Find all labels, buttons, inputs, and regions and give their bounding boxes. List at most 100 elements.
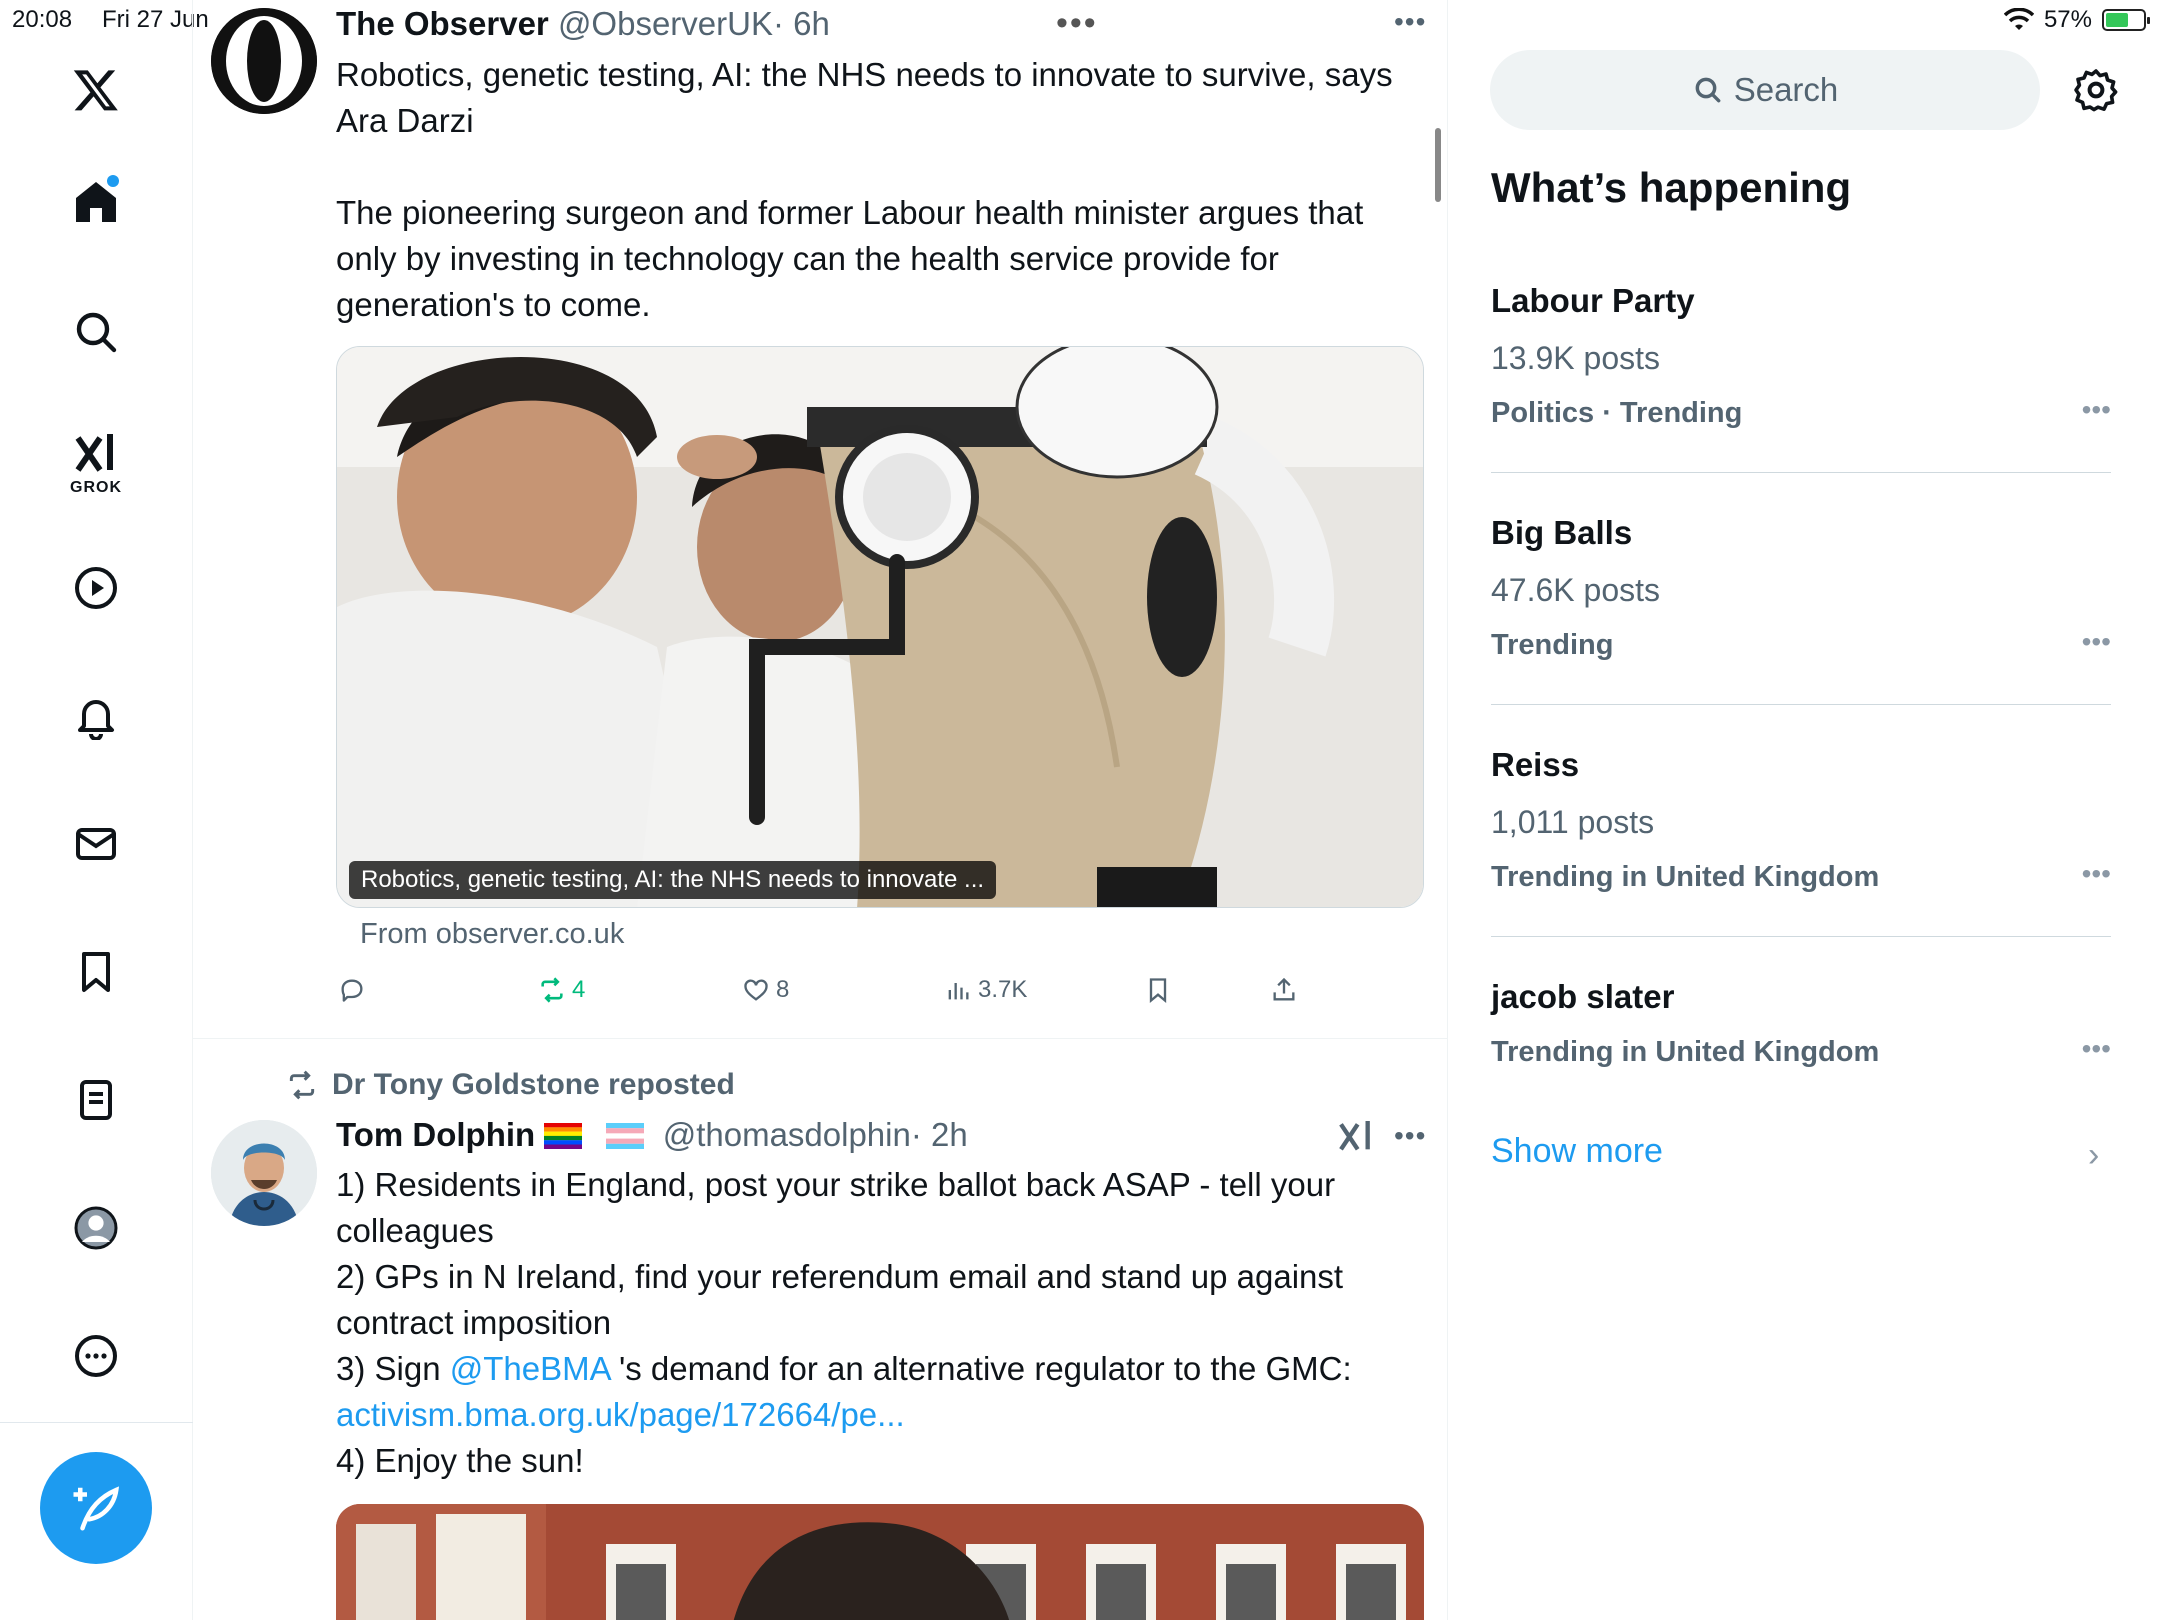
tweet1-line: only by investing in technology can the … — [336, 240, 1279, 277]
reposted-by-text: Dr Tony Goldstone reposted — [332, 1068, 735, 1101]
battery-icon — [2102, 9, 2150, 31]
tweet1-time: · 6h — [773, 5, 830, 42]
tweet1-line: generation's to come. — [336, 286, 651, 323]
sidebar-nav: GROK — [0, 0, 193, 1620]
like-button[interactable]: 8 — [742, 970, 789, 1010]
home-notification-dot — [107, 175, 119, 187]
trend-post-count: 47.6K posts — [1491, 572, 1660, 608]
tweet2-line: contract imposition — [336, 1304, 612, 1341]
search-placeholder: Search — [1733, 71, 1839, 108]
tweet2-line: 2) GPs in N Ireland, find your referendu… — [336, 1258, 1344, 1295]
bookmark-button[interactable] — [1144, 970, 1172, 1010]
tweet2-more-icon[interactable]: ••• — [1394, 1120, 1426, 1152]
tweet2-line5-prefix: 3) Sign — [336, 1350, 450, 1387]
repost-icon — [541, 977, 563, 1003]
surgeon-portrait-photo — [211, 1120, 317, 1226]
show-more-link[interactable]: Show more — [1491, 1132, 1663, 1171]
compose-feather-icon — [73, 1486, 120, 1531]
share-button[interactable] — [1270, 970, 1298, 1010]
like-count: 8 — [776, 976, 790, 1003]
reply-icon — [341, 979, 363, 1002]
tweet2-time: · 2h — [910, 1116, 968, 1153]
bookmarks-icon[interactable] — [66, 942, 126, 1002]
search-input[interactable]: Search — [1490, 50, 2040, 130]
settings-gear-icon[interactable] — [2072, 66, 2120, 114]
tweet2-image[interactable] — [336, 1504, 1424, 1620]
trend-item[interactable]: jacob slater Trending in United Kingdom … — [1491, 978, 2111, 1069]
lists-icon[interactable] — [66, 1070, 126, 1130]
trend-more-icon[interactable]: ••• — [2082, 626, 2111, 658]
tweet-divider — [193, 1038, 1448, 1039]
tweet1-line: The pioneering surgeon and former Labour… — [336, 194, 1364, 231]
chevron-right-icon[interactable]: › — [2088, 1136, 2099, 1175]
tweet1-line: Ara Darzi — [336, 102, 474, 139]
tweet1-card-source[interactable]: From observer.co.uk — [360, 918, 624, 951]
scrollbar-thumb[interactable] — [1435, 128, 1441, 202]
heart-icon — [744, 979, 768, 1001]
observer-logo-icon — [211, 8, 317, 114]
rainbow-flag-icon — [544, 1123, 583, 1149]
grok-label: GROK — [70, 479, 122, 496]
search-icon[interactable] — [66, 302, 126, 362]
trend-post-count: 13.9K posts — [1491, 340, 1660, 376]
tom-dolphin-avatar[interactable] — [211, 1120, 317, 1226]
trend-item[interactable]: Big Balls 47.6K posts Trending ••• — [1491, 514, 2111, 662]
bma-activism-link[interactable]: activism.bma.org.uk/page/172664/pe... — [336, 1396, 905, 1433]
x-logo-icon[interactable] — [66, 60, 126, 120]
reply-button[interactable] — [338, 970, 366, 1010]
trend-more-icon[interactable]: ••• — [2082, 1033, 2111, 1065]
tweet2-text: 1) Residents in England, post your strik… — [336, 1162, 1352, 1484]
battery-percent: 57% — [2043, 6, 2092, 33]
share-icon — [1273, 977, 1295, 1001]
tweet2-line: 1) Residents in England, post your strik… — [336, 1166, 1336, 1203]
views-chart-icon — [948, 983, 969, 1000]
trend-name: Labour Party — [1491, 282, 1695, 319]
bookmark-icon — [1149, 978, 1167, 1003]
video-play-icon[interactable] — [66, 558, 126, 618]
tweet1-text: Robotics, genetic testing, AI: the NHS n… — [336, 52, 1393, 328]
tweet1-header: The Observer @ObserverUK· 6h — [336, 5, 830, 43]
status-right: 57% — [2003, 6, 2150, 34]
tweet2-author-name[interactable]: Tom Dolphin — [336, 1116, 535, 1153]
tweet1-line: Robotics, genetic testing, AI: the NHS n… — [336, 56, 1393, 93]
trend-divider — [1491, 704, 2111, 705]
tweet2-line: 4) Enjoy the sun! — [336, 1442, 584, 1479]
trend-more-icon[interactable]: ••• — [2082, 394, 2111, 426]
more-options-icon[interactable] — [66, 1326, 126, 1386]
reposted-by-label[interactable]: Dr Tony Goldstone reposted — [286, 1068, 735, 1102]
tweet2-line: colleagues — [336, 1212, 494, 1249]
trend-category: Politics · Trending — [1491, 397, 1743, 429]
observer-avatar[interactable] — [211, 8, 317, 114]
grok-icon[interactable] — [66, 424, 126, 484]
tweet2-header: Tom Dolphin @thomasdolphin· 2h — [336, 1116, 968, 1154]
trend-name: jacob slater — [1491, 978, 1675, 1015]
repost-button[interactable]: 4 — [538, 970, 585, 1010]
profile-avatar-icon[interactable] — [66, 1198, 126, 1258]
repost-small-icon — [289, 1070, 315, 1100]
sidebar-divider — [0, 1422, 193, 1423]
brick-building-photo — [336, 1504, 1424, 1620]
trend-item[interactable]: Reiss 1,011 posts Trending in United Kin… — [1491, 746, 2111, 894]
tweet1-more-icon[interactable]: ••• — [1394, 6, 1426, 38]
notifications-bell-icon[interactable] — [66, 686, 126, 746]
trans-flag-icon — [605, 1123, 644, 1149]
trend-more-icon[interactable]: ••• — [2082, 858, 2111, 890]
tweet1-handle[interactable]: @ObserverUK — [558, 5, 773, 42]
wifi-icon — [2003, 8, 2034, 30]
grok-explain-icon[interactable] — [1336, 1116, 1376, 1156]
compose-post-button[interactable] — [40, 1452, 152, 1564]
tweet2-line5-suffix: 's demand for an alternative regulator t… — [609, 1350, 1352, 1387]
trend-item[interactable]: Labour Party 13.9K posts Politics · Tren… — [1491, 282, 2111, 430]
messages-envelope-icon[interactable] — [66, 814, 126, 874]
search-icon — [1695, 77, 1721, 103]
mention-thebma-link[interactable]: @TheBMA — [450, 1350, 610, 1387]
tweet2-handle[interactable]: @thomasdolphin — [663, 1116, 911, 1153]
robotic-exoskeleton-photo — [337, 347, 1423, 907]
tweet1-author-name[interactable]: The Observer — [336, 5, 549, 42]
tweet1-link-card-image[interactable]: Robotics, genetic testing, AI: the NHS n… — [336, 346, 1424, 908]
repost-count: 4 — [572, 976, 586, 1003]
trend-divider — [1491, 936, 2111, 937]
views-button[interactable]: 3.7K — [944, 970, 1027, 1010]
trend-category: Trending in United Kingdom — [1491, 861, 1880, 893]
tweet1-line — [336, 144, 1393, 190]
